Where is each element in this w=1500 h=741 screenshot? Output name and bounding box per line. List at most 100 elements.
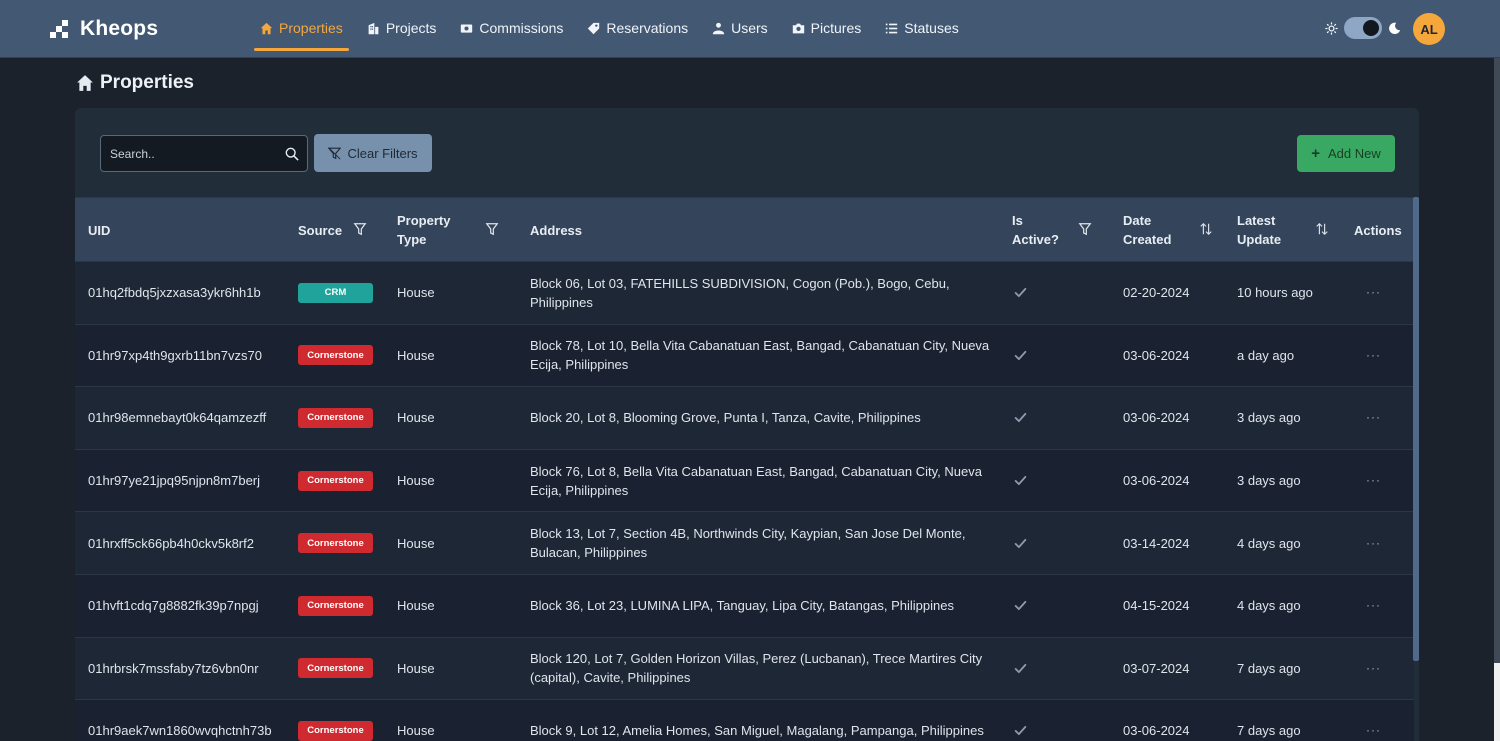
sort-icon[interactable] [1199,221,1213,237]
main-nav: Properties Projects Commissions Reservat… [254,0,977,58]
cell-uid: 01hq2fbdq5jxzxasa3ykr6hh1b [88,285,261,301]
column-header-latest-update[interactable]: Latest Update [1237,198,1295,262]
cell-date-created: 03-06-2024 [1123,410,1190,426]
toggle-knob [1363,20,1379,36]
cell-uid: 01hr97ye21jpq95njpn8m7berj [88,473,261,489]
cell-date-created: 04-15-2024 [1123,598,1190,614]
home-icon [260,22,273,34]
active-check-icon [1014,325,1027,387]
source-badge: CRM [298,282,373,303]
more-actions-icon[interactable]: ··· [1366,512,1381,574]
nav-item-reservations[interactable]: Reservations [581,5,694,51]
cell-property-type: House [397,285,435,301]
table-body: 01hq2fbdq5jxzxasa3ykr6hh1b CRM House Block … [75,261,1414,741]
more-actions-icon[interactable]: ··· [1366,450,1381,512]
more-actions-icon[interactable]: ··· [1366,575,1381,637]
nav-item-label: Statuses [904,20,959,36]
cell-latest-update: a day ago [1237,347,1295,363]
active-check-icon [1014,450,1027,512]
clear-filters-label: Clear Filters [347,145,418,161]
sort-icon[interactable] [1315,221,1329,237]
cell-latest-update: 7 days ago [1237,660,1301,676]
table-row[interactable]: 01hvft1cdq7g8882fk39p7npgj Cornerstone Hou… [75,573,1414,637]
search-icon[interactable] [285,147,299,161]
nav-item-label: Commissions [479,20,564,36]
list-icon [886,23,898,33]
nav-item-label: Pictures [810,20,862,36]
source-badge: Cornerstone [298,533,373,554]
active-check-icon [1014,387,1027,449]
table-row[interactable]: 01hrbrsk7mssfaby7tz6vbn0nr Cornerstone Hou… [75,636,1414,700]
search-input[interactable] [101,136,307,171]
page-scrollbar-thumb[interactable] [1494,58,1500,663]
table-row[interactable]: 01hq2fbdq5jxzxasa3ykr6hh1b CRM House Block … [75,261,1414,324]
column-header-property-type[interactable]: Property Type [397,198,467,262]
cell-property-type: House [397,535,435,551]
cell-property-type: House [397,347,435,363]
nav-item-label: Reservations [606,20,689,36]
add-new-button[interactable]: + Add New [1297,135,1395,172]
nav-item-users[interactable]: Users [706,5,774,51]
source-badge: Cornerstone [298,720,373,741]
page-title-text: Properties [100,72,194,93]
cell-address: Block 20, Lot 8, Blooming Grove, Punta I… [530,410,921,426]
cell-source: Cornerstone [298,638,373,700]
kheops-logo-icon [50,20,68,38]
brand[interactable]: Kheops [50,17,158,41]
more-actions-icon[interactable]: ··· [1366,325,1381,387]
cell-property-type: House [397,598,435,614]
cell-address: Block 9, Lot 12, Amelia Homes, San Migue… [530,723,984,739]
cell-source: Cornerstone [298,325,373,387]
more-actions-icon[interactable]: ··· [1366,638,1381,700]
active-check-icon [1014,262,1027,324]
cell-address: Block 06, Lot 03, FATEHILLS SUBDIVISION,… [530,275,950,310]
cell-source: Cornerstone [298,512,373,574]
nav-item-commissions[interactable]: Commissions [454,5,569,51]
filter-icon[interactable] [485,221,499,237]
column-header-uid[interactable]: UID [88,198,110,262]
more-actions-icon[interactable]: ··· [1366,262,1381,324]
source-badge: Cornerstone [298,345,373,366]
clear-filters-button[interactable]: Clear Filters [314,134,432,172]
nav-item-label: Projects [385,20,437,36]
source-badge: Cornerstone [298,595,373,616]
page-title: Properties [76,72,194,94]
nav-item-pictures[interactable]: Pictures [786,5,868,51]
cell-source: Cornerstone [298,387,373,449]
table-toolbar: Clear Filters + Add New [75,108,1419,198]
nav-item-statuses[interactable]: Statuses [879,5,964,51]
cell-uid: 01hvft1cdq7g8882fk39p7npgj [88,598,259,614]
filter-icon[interactable] [353,221,367,237]
column-header-date-created[interactable]: Date Created [1123,198,1181,262]
cell-property-type: House [397,723,435,739]
table-row[interactable]: 01hrxff5ck66pb4h0ckv5k8rf2 Cornerstone Hou… [75,511,1414,574]
filter-icon[interactable] [1078,221,1092,237]
cell-uid: 01hrxff5ck66pb4h0ckv5k8rf2 [88,535,254,551]
more-actions-icon[interactable]: ··· [1366,387,1381,449]
tag-icon [588,22,600,34]
table-row[interactable]: 01hr97ye21jpq95njpn8m7berj Cornerstone Hou… [75,448,1414,512]
cell-property-type: House [397,473,435,489]
table-row[interactable]: 01hr9aek7wn1860wvqhctnh73b Cornerstone Hou… [75,699,1414,741]
nav-item-projects[interactable]: Projects [361,5,443,51]
table-scrollbar[interactable] [1413,197,1419,661]
search-box [100,135,308,172]
table-row[interactable]: 01hr97xp4th9gxrb11bn7vzs70 Cornerstone Hou… [75,323,1414,387]
column-header-is-active[interactable]: Is Active? [1012,198,1064,262]
column-header-address[interactable]: Address [530,198,582,262]
more-actions-icon[interactable]: ··· [1366,700,1381,741]
add-new-label: Add New [1328,146,1381,161]
avatar[interactable]: AL [1413,13,1445,45]
nav-item-properties[interactable]: Properties [254,5,349,51]
table-row[interactable]: 01hr98emnebayt0k64qamzezff Cornerstone Hou… [75,386,1414,449]
cell-uid: 01hrbrsk7mssfaby7tz6vbn0nr [88,660,259,676]
cell-address: Block 13, Lot 7, Section 4B, Northwinds … [530,526,966,561]
cell-address: Block 76, Lot 8, Bella Vita Cabanatuan E… [530,463,982,498]
column-header-source[interactable]: Source [298,198,342,262]
dark-mode-toggle[interactable] [1344,17,1382,39]
cell-address: Block 120, Lot 7, Golden Horizon Villas,… [530,651,983,686]
cell-date-created: 03-06-2024 [1123,347,1190,363]
filter-off-icon [328,146,342,160]
theme-switcher [1325,17,1401,39]
source-badge: Cornerstone [298,658,373,679]
